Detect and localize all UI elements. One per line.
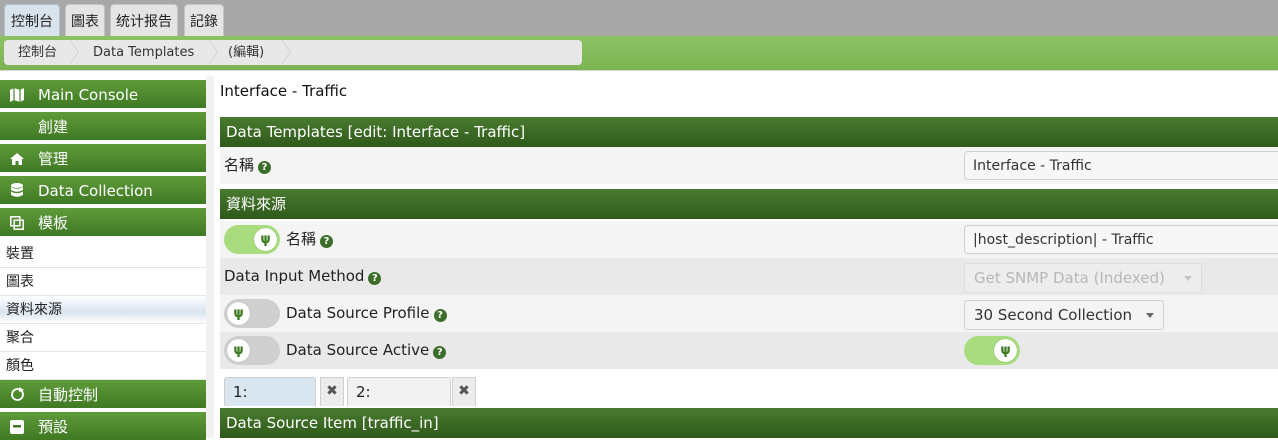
- help-icon[interactable]: ?: [320, 235, 334, 248]
- template-name-row: 名稱?: [220, 147, 1278, 184]
- input-method-label: Data Input Method?: [224, 258, 382, 295]
- profile-row: ψ Data Source Profile? 30 Second Collect…: [220, 295, 1278, 332]
- breadcrumb-separator: [69, 39, 79, 64]
- input-method-select: Get SNMP Data (Indexed): [964, 263, 1202, 293]
- help-icon[interactable]: ?: [433, 346, 447, 359]
- tab-reports[interactable]: 统计报告: [110, 4, 178, 36]
- breadcrumb-separator: [281, 39, 291, 64]
- sidebar-section-templates[interactable]: 模板: [0, 208, 206, 238]
- map-icon: [8, 80, 26, 110]
- refresh-icon: [8, 380, 26, 410]
- source-name-row: ψ 名稱?: [220, 221, 1278, 258]
- database-icon: [8, 176, 26, 206]
- sidebar-item-data-sources[interactable]: 資料來源: [0, 296, 206, 324]
- template-name-label: 名稱?: [224, 147, 272, 184]
- sidebar-item-aggregates[interactable]: 聚合: [0, 324, 206, 352]
- breadcrumb-console[interactable]: 控制台: [18, 40, 57, 65]
- help-icon[interactable]: ?: [258, 161, 272, 174]
- sidebar-section-main-console[interactable]: Main Console: [0, 80, 206, 110]
- chevron-down-icon: [1184, 276, 1192, 281]
- active-label: Data Source Active?: [286, 332, 447, 369]
- tab-logs[interactable]: 記錄: [184, 4, 224, 36]
- sidebar-section-label: Main Console: [38, 86, 139, 104]
- sidebar-section-label: 管理: [38, 150, 69, 168]
- breadcrumb-edit: (編輯): [228, 45, 265, 60]
- breadcrumb-bar: 控制台 Data Templates (編輯): [0, 36, 1278, 71]
- data-source-section-header: 資料來源: [220, 189, 1278, 219]
- sidebar-section-automation[interactable]: 自動控制: [0, 380, 206, 410]
- top-tab-bar: 控制台 圖表 统计报告 記錄: [0, 0, 1278, 36]
- sidebar-section-label: 創建: [38, 118, 69, 136]
- active-override-toggle[interactable]: ψ: [224, 336, 280, 365]
- profile-override-toggle[interactable]: ψ: [224, 299, 280, 328]
- source-name-override-toggle[interactable]: ψ: [224, 225, 280, 254]
- tab-graphs[interactable]: 圖表: [65, 4, 105, 36]
- sidebar-section-label: 模板: [38, 214, 69, 232]
- profile-value: 30 Second Collection: [974, 306, 1133, 324]
- cactus-icon: ψ: [994, 339, 1017, 362]
- profile-label: Data Source Profile?: [286, 295, 447, 332]
- breadcrumb: 控制台 Data Templates (編輯): [4, 39, 582, 65]
- help-icon[interactable]: ?: [433, 309, 447, 322]
- source-name-input[interactable]: [964, 225, 1278, 254]
- active-switch[interactable]: ψ: [964, 336, 1020, 365]
- input-method-value: Get SNMP Data (Indexed): [974, 269, 1165, 287]
- home-icon: [8, 144, 26, 174]
- breadcrumb-data-templates[interactable]: Data Templates: [93, 40, 194, 65]
- template-section-header: Data Templates [edit: Interface - Traffi…: [220, 117, 1278, 147]
- help-icon[interactable]: ?: [368, 272, 382, 285]
- template-name-input[interactable]: [964, 151, 1278, 180]
- sidebar-section-manage[interactable]: 管理: [0, 144, 206, 174]
- sidebar-section-data-collection[interactable]: Data Collection: [0, 176, 206, 206]
- source-name-label: 名稱?: [286, 221, 334, 258]
- breadcrumb-separator: [208, 39, 218, 64]
- page-title: Interface - Traffic: [220, 82, 348, 100]
- cactus-icon: ψ: [254, 228, 277, 251]
- cactus-icon: ψ: [227, 339, 250, 362]
- tab-traffic-out[interactable]: 2: traffic_out: [347, 377, 451, 429]
- tab-console[interactable]: 控制台: [4, 4, 60, 36]
- main-content: Interface - Traffic Data Templates [edit…: [214, 76, 1278, 438]
- tab-traffic-in[interactable]: 1: traffic_in: [224, 377, 316, 429]
- close-icon[interactable]: ✖: [452, 377, 476, 406]
- sidebar-item-colors[interactable]: 顏色: [0, 352, 206, 380]
- sidebar-section-label: Data Collection: [38, 182, 153, 200]
- cactus-icon: ψ: [227, 302, 250, 325]
- sidebar-section-create[interactable]: 創建: [0, 112, 206, 142]
- sidebar-item-devices[interactable]: 裝置: [0, 240, 206, 268]
- copy-icon: [8, 208, 26, 238]
- input-method-row: Data Input Method? Get SNMP Data (Indexe…: [220, 258, 1278, 295]
- active-row: ψ Data Source Active? ψ: [220, 332, 1278, 369]
- sidebar-divider: [206, 76, 214, 438]
- sidebar: Main Console 創建 管理 Data Collection 模板 裝置…: [0, 76, 206, 442]
- data-source-item-header: Data Source Item [traffic_in]: [220, 408, 1278, 438]
- profile-select[interactable]: 30 Second Collection: [964, 300, 1164, 330]
- close-icon[interactable]: ✖: [320, 377, 344, 406]
- sidebar-item-graphs[interactable]: 圖表: [0, 268, 206, 296]
- chevron-down-icon: [1146, 313, 1154, 318]
- sidebar-section-label: 自動控制: [38, 386, 99, 404]
